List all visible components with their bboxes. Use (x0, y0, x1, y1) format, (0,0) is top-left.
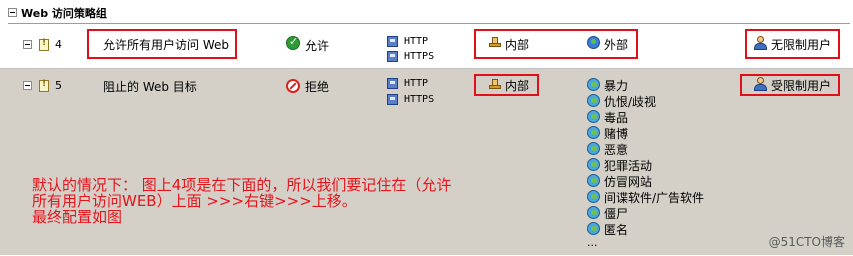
rule-4-expand-toggle[interactable] (23, 40, 32, 49)
rule-5-category: 仿冒网站 (604, 175, 653, 189)
url-category-icon (587, 158, 600, 171)
rule-row-5[interactable]: 5 阻止的 Web 目标 拒绝 HTTP HTTPS 内部 暴力 仇恨/歧视 毒… (0, 68, 853, 255)
rule-4-number: 4 (55, 38, 62, 51)
rule-5-more-categories: ... (587, 236, 598, 249)
url-category-icon (587, 126, 600, 139)
rule-5-category: 间谍软件/广告软件 (604, 191, 705, 205)
rule-row-4[interactable]: 4 允许所有用户访问 Web 允许 HTTP HTTPS 内部 外部 无限制用户 (0, 25, 853, 67)
rule-5-category: 犯罪活动 (604, 159, 653, 173)
rule-5-expand-toggle[interactable] (23, 81, 32, 90)
url-category-icon (587, 174, 600, 187)
deny-icon (286, 79, 300, 93)
rule-icon (39, 38, 49, 51)
url-category-icon (587, 142, 600, 155)
rule-5-category: 毒品 (604, 111, 629, 125)
rule-4-to: 外部 (604, 38, 629, 52)
url-category-icon (587, 94, 600, 107)
rule-5-users: 受限制用户 (771, 79, 832, 93)
annotation-line-1: 默认的情况下： 图上4项是在下面的，所以我们要记住在（允许 (32, 176, 452, 194)
rule-5-category: 赌博 (604, 127, 629, 141)
rule-5-name[interactable]: 阻止的 Web 目标 (103, 78, 197, 95)
rule-5-number: 5 (55, 79, 62, 92)
rule-4-action: 允许 (305, 39, 330, 53)
rule-5-action: 拒绝 (305, 80, 330, 94)
protocol-icon (387, 51, 398, 62)
annotation-line-3: 最终配置如图 (32, 208, 123, 226)
rule-5-category: 恶意 (604, 143, 629, 157)
group-divider (8, 23, 850, 24)
protocol-icon (387, 78, 398, 89)
rule-5-protocol-http: HTTP (404, 78, 429, 89)
rule-5-category: 匿名 (604, 223, 629, 237)
protocol-icon (387, 94, 398, 105)
rule-4-users: 无限制用户 (771, 38, 832, 52)
rule-4-from: 内部 (505, 38, 530, 52)
url-category-icon (587, 110, 600, 123)
url-category-icon (587, 222, 600, 235)
check-icon (286, 35, 300, 50)
group-title: Web 访问策略组 (21, 7, 107, 20)
annotation-note: 默认的情况下： 图上4项是在下面的，所以我们要记住在（允许 所有用户访问WEB）… (32, 177, 451, 225)
network-icon (487, 36, 503, 48)
rule-4-protocol-https: HTTPS (404, 51, 435, 62)
group-collapse-toggle[interactable] (8, 8, 17, 17)
rule-5-category: 仇恨/歧视 (604, 95, 657, 109)
rule-4-protocol-http: HTTP (404, 36, 429, 47)
globe-icon (587, 36, 600, 49)
url-category-icon (587, 190, 600, 203)
users-icon (753, 77, 769, 91)
users-icon (753, 36, 769, 50)
url-category-icon (587, 78, 600, 91)
rule-5-protocol-https: HTTPS (404, 94, 435, 105)
rule-5-from: 内部 (505, 79, 530, 93)
rule-4-name[interactable]: 允许所有用户访问 Web (103, 36, 229, 53)
watermark: @51CTO博客 (768, 235, 845, 249)
annotation-line-2: 所有用户访问WEB）上面 >>>右键>>>上移。 (32, 192, 357, 210)
rule-5-category: 暴力 (604, 79, 629, 93)
rule-icon (39, 79, 49, 92)
protocol-icon (387, 36, 398, 47)
network-icon (487, 78, 503, 90)
url-category-icon (587, 206, 600, 219)
rule-5-category: 僵尸 (604, 207, 629, 221)
